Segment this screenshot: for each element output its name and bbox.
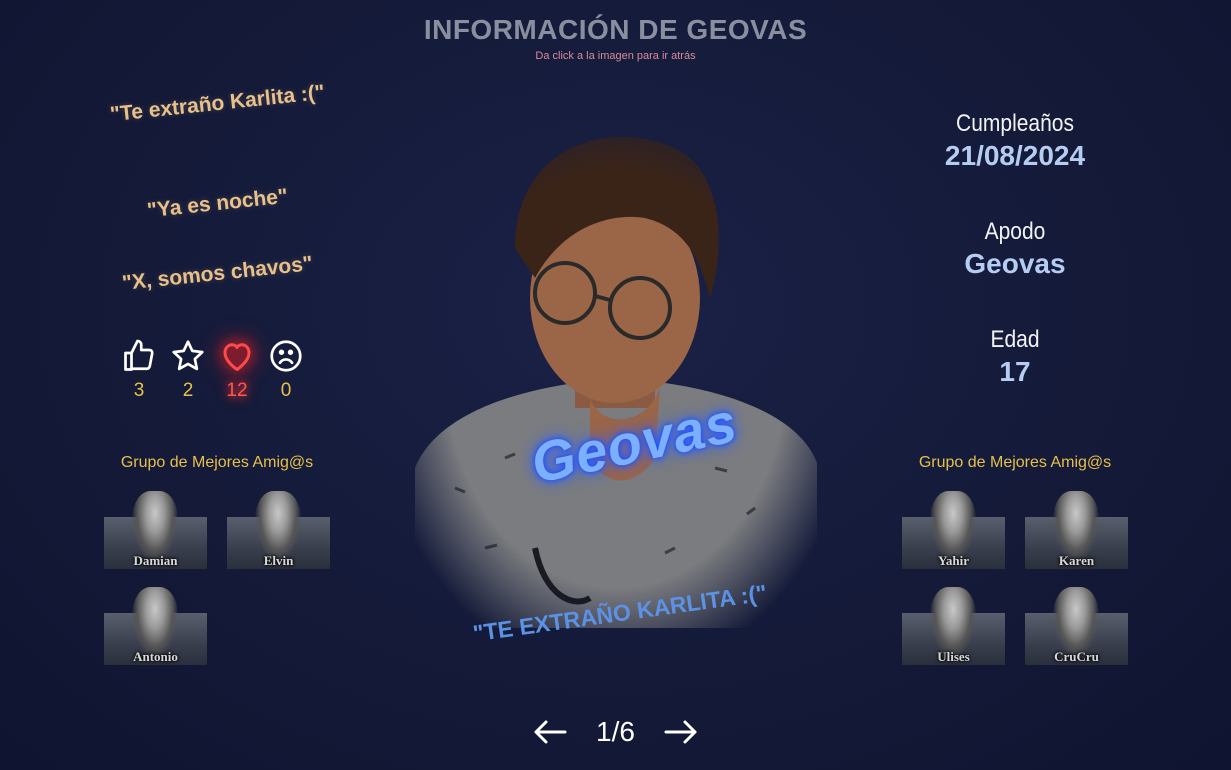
- reaction-like[interactable]: 3: [121, 338, 157, 402]
- page-header: INFORMACIÓN DE GEOVAS Da click a la imag…: [0, 14, 1231, 62]
- heart-count: 12: [226, 380, 248, 401]
- friend-name: Damian: [133, 553, 178, 568]
- page-subtitle: Da click a la imagen para ir atrás: [535, 50, 696, 62]
- birthday-value: 21/08/2024: [944, 140, 1086, 171]
- quote-1: "Te extraño Karlita :(": [109, 80, 326, 127]
- sad-count: 0: [280, 380, 292, 401]
- reaction-sad[interactable]: 0: [268, 338, 304, 402]
- page-title: INFORMACIÓN DE GEOVAS: [423, 14, 808, 45]
- thumbs-up-icon: [124, 339, 154, 371]
- profile-photo[interactable]: [415, 128, 817, 628]
- friend-card-ulises[interactable]: Ulises: [902, 587, 1005, 665]
- friend-name: Antonio: [133, 649, 178, 664]
- friends-right-title: Grupo de Mejores Amig@s: [918, 454, 1112, 471]
- friend-card-yahir[interactable]: Yahir: [902, 491, 1005, 569]
- quote-3: "X, somos chavos": [121, 252, 314, 295]
- page-indicator: 1/6: [596, 716, 635, 747]
- nickname-label: Apodo: [984, 218, 1046, 245]
- quote-2: "Ya es noche": [145, 184, 289, 223]
- like-count: 3: [133, 380, 145, 401]
- friend-name: CruCru: [1054, 649, 1099, 664]
- star-count: 2: [182, 380, 194, 401]
- friend-card-crucru[interactable]: CruCru: [1025, 587, 1128, 665]
- friend-name: Ulises: [937, 649, 970, 664]
- info-age: Edad 17: [895, 326, 1135, 388]
- birthday-label: Cumpleaños: [956, 110, 1074, 137]
- reactions-bar: 3 2 12 0: [121, 338, 304, 402]
- friend-avatar: [930, 491, 976, 561]
- friend-avatar: [1053, 587, 1099, 657]
- friend-avatar: [1053, 491, 1099, 561]
- friend-avatar: [132, 491, 178, 561]
- friend-name: Elvin: [263, 553, 294, 568]
- friend-avatar: [255, 491, 301, 561]
- reaction-star[interactable]: 2: [170, 338, 206, 402]
- prev-page-button[interactable]: [532, 714, 568, 750]
- age-value: 17: [999, 356, 1031, 387]
- friend-avatar: [930, 587, 976, 657]
- arrow-left-icon: [534, 720, 567, 744]
- friend-card-antonio[interactable]: Antonio: [104, 587, 207, 665]
- friend-card-karen[interactable]: Karen: [1025, 491, 1128, 569]
- sad-face-icon: [270, 340, 302, 372]
- star-icon: [172, 340, 204, 371]
- next-page-button[interactable]: [663, 714, 699, 750]
- friends-left-title: Grupo de Mejores Amig@s: [120, 454, 314, 471]
- friend-name: Yahir: [937, 553, 970, 568]
- info-nickname: Apodo Geovas: [895, 218, 1135, 280]
- friend-card-damian[interactable]: Damian: [104, 491, 207, 569]
- friend-card-elvin[interactable]: Elvin: [227, 491, 330, 569]
- friend-avatar: [132, 587, 178, 657]
- profile-photo-image: [415, 136, 817, 628]
- heart-icon: [223, 343, 251, 371]
- nickname-value: Geovas: [964, 248, 1066, 279]
- friend-name: Karen: [1058, 553, 1095, 568]
- arrow-right-icon: [664, 720, 697, 744]
- age-label: Edad: [990, 326, 1040, 353]
- info-birthday: Cumpleaños 21/08/2024: [895, 110, 1135, 172]
- reaction-heart[interactable]: 12: [219, 338, 255, 402]
- pagination: 1/6: [0, 714, 1231, 750]
